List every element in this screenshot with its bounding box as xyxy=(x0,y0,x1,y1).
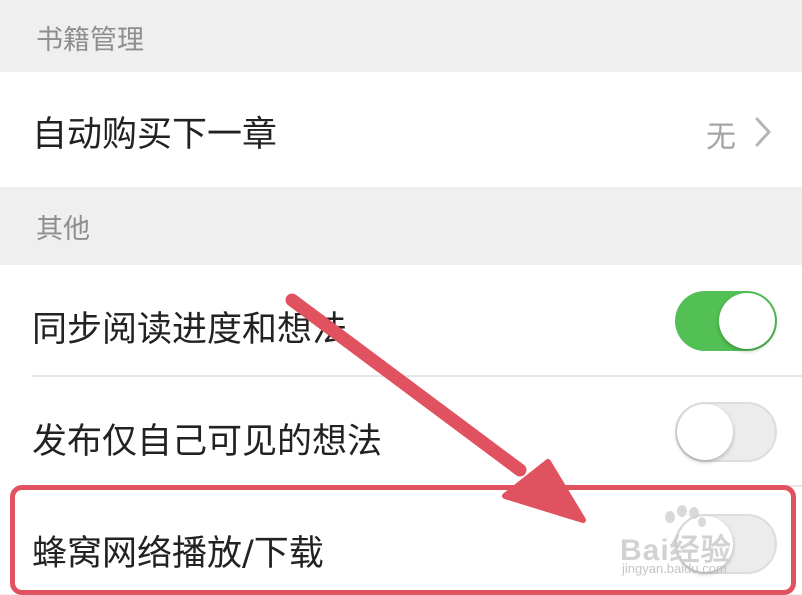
private-thoughts-row: 发布仅自己可见的想法 xyxy=(0,377,802,487)
section-header-book-management: 书籍管理 xyxy=(0,0,802,72)
section-header-other: 其他 xyxy=(0,187,802,265)
toggle-knob xyxy=(719,293,775,349)
toggle-knob xyxy=(677,404,733,460)
auto-buy-value: 无 xyxy=(706,120,736,155)
sync-progress-row: 同步阅读进度和想法 xyxy=(0,265,802,377)
auto-buy-next-chapter-row[interactable]: 自动购买下一章 无 xyxy=(0,72,802,187)
private-thoughts-label: 发布仅自己可见的想法 xyxy=(32,422,383,462)
sync-progress-toggle[interactable] xyxy=(675,291,777,351)
toggle-knob xyxy=(677,516,733,572)
cellular-toggle[interactable] xyxy=(675,514,777,574)
cellular-label: 蜂窝网络播放/下载 xyxy=(32,534,324,574)
section-title: 其他 xyxy=(36,214,90,245)
private-thoughts-toggle[interactable] xyxy=(675,402,777,462)
section-title: 书籍管理 xyxy=(36,25,144,56)
chevron-right-icon xyxy=(755,117,771,147)
cellular-playback-row: 蜂窝网络播放/下载 xyxy=(0,487,802,594)
sync-progress-label: 同步阅读进度和想法 xyxy=(32,310,348,350)
auto-buy-label: 自动购买下一章 xyxy=(32,115,278,155)
